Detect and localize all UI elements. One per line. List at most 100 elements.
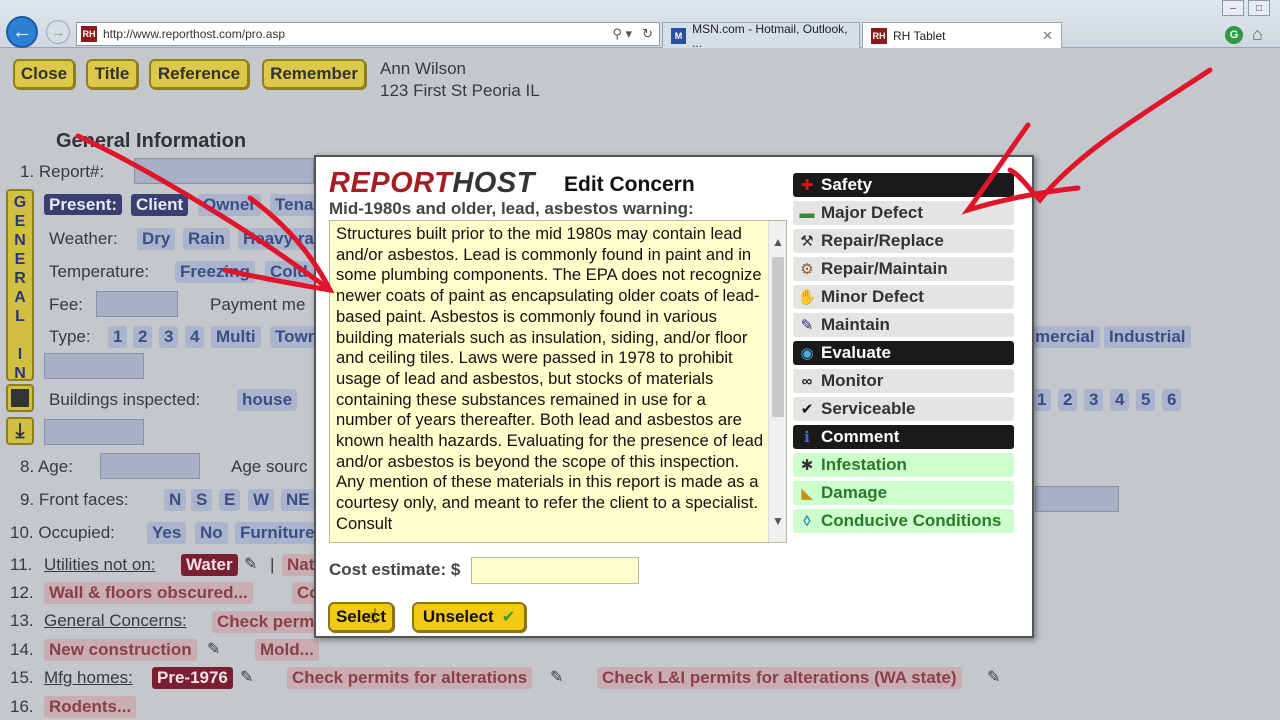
occupied-yes[interactable]: Yes (147, 522, 187, 544)
type-3[interactable]: 3 (159, 326, 179, 348)
scroll-thumb[interactable] (772, 257, 784, 417)
edit-note-icon[interactable]: ✎ (244, 554, 257, 574)
back-arrow-icon[interactable]: ← (6, 16, 38, 48)
weather-rain[interactable]: Rain (183, 228, 230, 250)
maximize-icon[interactable]: □ (1248, 0, 1270, 16)
mfg-check-permits[interactable]: Check permits for alterations (287, 667, 533, 689)
section-title: General Information (56, 130, 247, 152)
front-s[interactable]: S (191, 489, 213, 511)
present-client[interactable]: Client (131, 194, 189, 216)
category-comment[interactable]: ℹ Comment (793, 425, 1014, 449)
category-repair-replace[interactable]: ⚒ Repair/Replace (793, 229, 1014, 253)
temperature-freezing[interactable]: Freezing (175, 261, 255, 283)
buildings-5[interactable]: 5 (1136, 389, 1156, 411)
report-input[interactable] (134, 158, 314, 184)
weather-heavy-rain[interactable]: Heavy ra (238, 228, 319, 250)
type-2[interactable]: 2 (133, 326, 153, 348)
remember-button[interactable]: Remember (262, 59, 366, 89)
front-other-input[interactable] (1035, 486, 1119, 512)
buildings-2[interactable]: 2 (1058, 389, 1078, 411)
extension-icon[interactable]: G (1225, 26, 1243, 44)
type-commercial[interactable]: mercial (1030, 326, 1100, 348)
mold[interactable]: Mold... (255, 639, 319, 661)
edit-note-icon[interactable]: ✎ (240, 667, 253, 687)
address-bar[interactable]: RH http://www.reporthost.com/pro.asp ⚲ ▾… (76, 22, 660, 46)
buildings-3[interactable]: 3 (1084, 389, 1104, 411)
edit-note-icon[interactable]: ✎ (987, 667, 1000, 687)
close-button[interactable]: Close (13, 59, 75, 89)
concern-textarea[interactable]: Structures built prior to the mid 1980s … (329, 220, 787, 543)
mfg-homes-label[interactable]: Mfg homes: (44, 668, 133, 688)
edit-note-icon[interactable]: ✎ (207, 639, 220, 659)
weather-dry[interactable]: Dry (137, 228, 176, 250)
buildings-1[interactable]: 1 (1032, 389, 1052, 411)
rodents[interactable]: Rodents... (44, 696, 137, 718)
occupied-no[interactable]: No (195, 522, 228, 544)
mfg-pre-1976[interactable]: Pre-1976 (152, 667, 233, 689)
wall-floors-obscured[interactable]: Wall & floors obscured... (44, 582, 253, 604)
general-concerns-label[interactable]: General Concerns: (44, 611, 187, 631)
new-construction[interactable]: New construction (44, 639, 197, 661)
category-major-defect[interactable]: ▬ Major Defect (793, 201, 1014, 225)
textarea-scrollbar[interactable]: ▲ ▼ (768, 221, 786, 542)
fee-input[interactable] (96, 291, 178, 317)
front-w[interactable]: W (248, 489, 275, 511)
scroll-up-icon[interactable]: ▲ (769, 233, 786, 251)
tab-label: MSN.com - Hotmail, Outlook, ... (692, 21, 848, 50)
category-damage[interactable]: ◣ Damage (793, 481, 1014, 505)
present-tenant[interactable]: Tena (270, 194, 319, 216)
unselect-button[interactable]: Unselect ✔ (412, 602, 526, 632)
age-input[interactable] (100, 453, 200, 479)
type-4[interactable]: 4 (185, 326, 205, 348)
front-n[interactable]: N (164, 489, 187, 511)
front-e[interactable]: E (219, 489, 241, 511)
title-button[interactable]: Title (86, 59, 138, 89)
type-1[interactable]: 1 (108, 326, 128, 348)
category-conducive-conditions[interactable]: ◊ Conducive Conditions (793, 509, 1014, 533)
general-concerns-check-permits[interactable]: Check perm (212, 611, 320, 633)
search-dropdown-icon[interactable]: ⚲ ▾ (612, 26, 632, 42)
present-owner[interactable]: Owner (198, 194, 261, 216)
buildings-house[interactable]: house (237, 389, 298, 411)
type-multi[interactable]: Multi (211, 326, 261, 348)
bandage-icon: ✋ (797, 289, 817, 306)
category-evaluate[interactable]: ◉ Evaluate (793, 341, 1014, 365)
side-tab-general[interactable]: G E N E R A L I N (6, 189, 34, 382)
type-other-input[interactable] (44, 353, 144, 379)
temperature-cold[interactable]: Cold (265, 261, 313, 283)
utilities-label[interactable]: Utilities not on: (44, 555, 156, 575)
mfg-check-li-permits[interactable]: Check L&I permits for alterations (WA st… (597, 667, 962, 689)
concern-text[interactable]: Structures built prior to the mid 1980s … (336, 224, 766, 535)
category-monitor[interactable]: ∞ Monitor (793, 369, 1014, 393)
buildings-other-input[interactable] (44, 419, 144, 445)
category-serviceable[interactable]: ✔ Serviceable (793, 397, 1014, 421)
select-button[interactable]: Select (328, 602, 394, 632)
occupied-furniture[interactable]: Furniture (235, 522, 320, 544)
download-arrow-icon[interactable]: ⤓ (6, 417, 34, 445)
edit-note-icon[interactable]: ✎ (550, 667, 563, 687)
forward-arrow-icon[interactable]: → (46, 20, 70, 44)
buildings-4[interactable]: 4 (1110, 389, 1130, 411)
refresh-icon[interactable]: ↻ (642, 26, 653, 42)
category-label: Serviceable (821, 399, 916, 418)
side-tab-letter: N (14, 365, 26, 382)
minimize-icon[interactable]: – (1222, 0, 1244, 16)
category-infestation[interactable]: ✱ Infestation (793, 453, 1014, 477)
front-ne[interactable]: NE (281, 489, 315, 511)
tab-rh-tablet[interactable]: RH RH Tablet ✕ (862, 22, 1062, 48)
category-minor-defect[interactable]: ✋ Minor Defect (793, 285, 1014, 309)
utilities-water[interactable]: Water (181, 554, 238, 576)
scroll-down-icon[interactable]: ▼ (769, 512, 786, 530)
category-safety[interactable]: ✚ Safety (793, 173, 1014, 197)
category-repair-maintain[interactable]: ⚙ Repair/Maintain (793, 257, 1014, 281)
tab-msn[interactable]: M MSN.com - Hotmail, Outlook, ... (662, 21, 860, 50)
side-square-button[interactable] (6, 384, 34, 412)
reference-button[interactable]: Reference (149, 59, 249, 89)
url-text[interactable]: http://www.reporthost.com/pro.asp (103, 27, 612, 41)
category-maintain[interactable]: ✎ Maintain (793, 313, 1014, 337)
buildings-6[interactable]: 6 (1162, 389, 1182, 411)
type-industrial[interactable]: Industrial (1104, 326, 1191, 348)
cost-estimate-input[interactable] (471, 557, 639, 584)
close-tab-icon[interactable]: ✕ (1042, 28, 1053, 44)
home-icon[interactable]: ⌂ (1252, 24, 1263, 45)
